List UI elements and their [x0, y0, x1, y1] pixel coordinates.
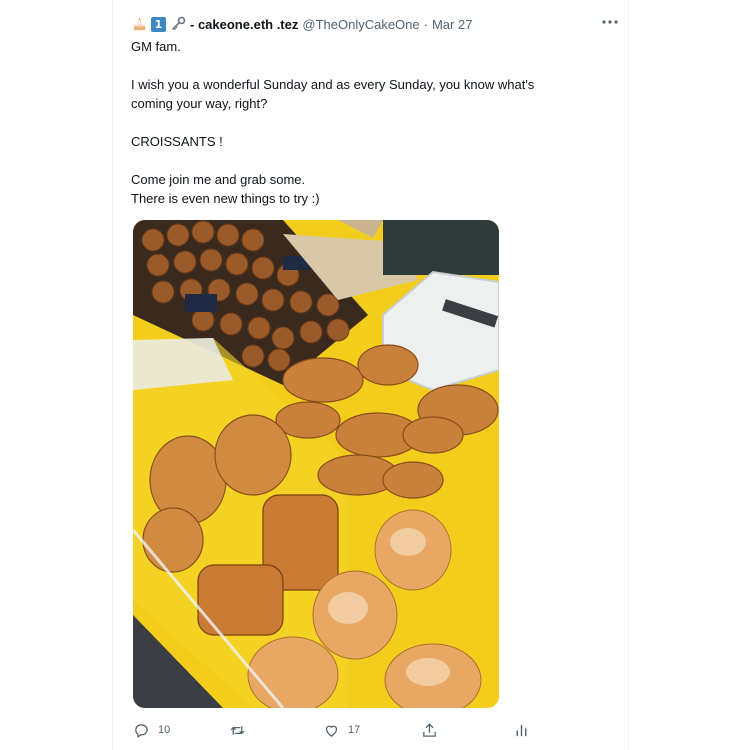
pastry-photo-icon [133, 220, 499, 708]
heart-icon [325, 725, 338, 737]
user-handle[interactable]: @TheOnlyCakeOne [302, 17, 419, 32]
display-name[interactable]: - cakeone.eth .tez [190, 17, 298, 32]
key-emoji-icon [170, 16, 186, 32]
tweet-date[interactable]: Mar 27 [432, 17, 472, 32]
analytics-icon [516, 724, 527, 736]
tweet-card[interactable]: 1 - cakeone.eth .tez @TheOnlyCakeOne · M… [112, 0, 629, 750]
retweet-icon [230, 725, 245, 735]
tweet-text-line: There is even new things to try :) [131, 191, 320, 206]
more-options-icon[interactable] [598, 12, 622, 32]
reply-count: 10 [158, 724, 171, 736]
separator-dot: · [423, 16, 428, 32]
tweet-text: GM fam. I wish you a wonderful Sunday an… [131, 37, 601, 208]
tweet-header: 1 - cakeone.eth .tez @TheOnlyCakeOne · M… [131, 13, 614, 35]
tweet-text-line: Come join me and grab some. [131, 172, 306, 187]
analytics-button[interactable] [513, 719, 530, 741]
tweet-media-photo[interactable] [133, 220, 499, 708]
reply-button[interactable]: 10 [133, 719, 170, 741]
tweet-actions-bar: 10 17 [131, 719, 551, 741]
tweet-text-line: CROISSANTS ! [131, 134, 223, 149]
share-button[interactable] [421, 719, 438, 741]
tweet-text-line: GM fam. [131, 39, 181, 54]
tweet-text-line: I wish you a wonderful Sunday and as eve… [131, 77, 535, 92]
tweet-text-line: coming your way, right? [131, 96, 268, 111]
keycap-one-emoji-icon: 1 [151, 16, 166, 32]
retweet-button[interactable] [229, 719, 254, 741]
like-count: 17 [348, 724, 361, 736]
cake-emoji-icon [131, 16, 147, 32]
share-icon [423, 722, 436, 737]
reply-icon [135, 723, 148, 738]
like-button[interactable]: 17 [323, 719, 360, 741]
